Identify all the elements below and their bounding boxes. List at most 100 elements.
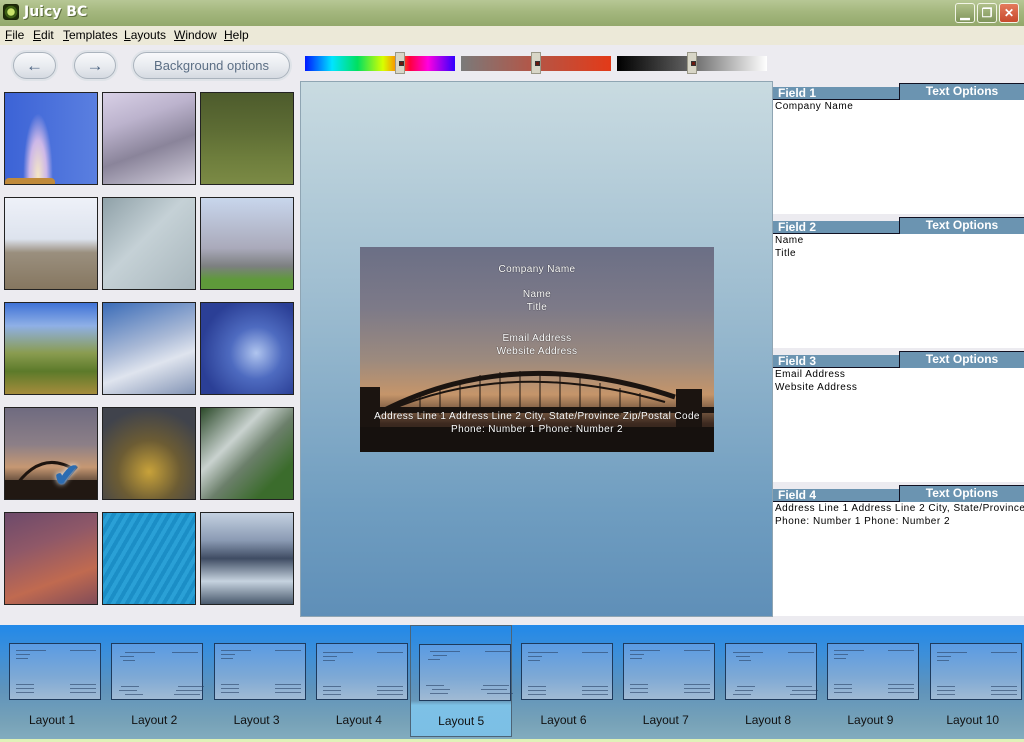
- close-button[interactable]: ✕: [999, 3, 1019, 23]
- menu-help[interactable]: Help: [224, 28, 249, 42]
- layout-thumbnail: [315, 643, 408, 700]
- layout-option-2[interactable]: Layout 2: [103, 625, 205, 737]
- brightness-slider-thumb[interactable]: [687, 52, 697, 74]
- field-2-text-options-button[interactable]: Text Options: [899, 217, 1024, 234]
- layout-thumbnail-line: [376, 652, 403, 653]
- background-thumb-stonehenge[interactable]: [200, 197, 294, 290]
- saturation-slider[interactable]: [461, 52, 611, 74]
- layout-thumbnail-line: [739, 660, 752, 661]
- layout-option-5[interactable]: Layout 5: [410, 625, 514, 737]
- background-thumb-green-mountain[interactable]: [4, 302, 98, 395]
- layout-option-1[interactable]: Layout 1: [1, 625, 103, 737]
- layout-thumbnail-line: [70, 692, 96, 693]
- menu-layouts[interactable]: Layouts: [124, 28, 166, 42]
- layout-thumbnail-line: [172, 652, 199, 653]
- minimize-icon: ▁: [960, 6, 970, 20]
- field-3-line-1[interactable]: Email Address: [775, 369, 845, 380]
- field-4-label: Field 4: [773, 489, 900, 502]
- layout-option-3[interactable]: Layout 3: [206, 625, 308, 737]
- background-thumb-sunset-sky[interactable]: [4, 512, 98, 605]
- layout-thumbnail-line: [481, 689, 508, 690]
- menu-edit[interactable]: Edit: [33, 28, 54, 42]
- layout-thumbnail-line: [174, 694, 201, 695]
- background-thumb-fountain[interactable]: [4, 92, 98, 185]
- field-1-label: Field 1: [773, 87, 900, 100]
- layout-thumbnail-line: [683, 688, 710, 689]
- background-thumb-snowy-hillside[interactable]: [102, 92, 196, 185]
- field-1-line-1[interactable]: Company Name: [775, 101, 853, 112]
- layout-option-6[interactable]: Layout 6: [513, 625, 615, 737]
- menu-file[interactable]: File: [5, 28, 24, 42]
- layout-thumbnail-line: [629, 654, 644, 655]
- background-thumb-mountain[interactable]: [4, 197, 98, 290]
- layout-option-4[interactable]: Layout 4: [308, 625, 410, 737]
- layout-label: Layout 9: [847, 713, 894, 727]
- layout-thumbnail-line: [16, 688, 34, 689]
- field-3-line-2[interactable]: Website Address: [775, 382, 857, 393]
- layout-option-9[interactable]: Layout 9: [819, 625, 921, 737]
- background-thumb-water-splash[interactable]: [102, 197, 196, 290]
- layout-thumbnail-line: [430, 693, 449, 694]
- background-thumb-rainbow-waterfall[interactable]: [200, 407, 294, 500]
- background-thumb-glacier[interactable]: [200, 512, 294, 605]
- layout-thumbnail-line: [70, 650, 96, 651]
- layout-thumbnail-line: [788, 652, 815, 653]
- layout-thumbnail-line: [527, 660, 540, 661]
- background-thumb-blue-swirl[interactable]: [200, 302, 294, 395]
- saturation-slider-thumb[interactable]: [531, 52, 541, 74]
- layout-thumbnail-line: [581, 694, 608, 695]
- field-2-line-1[interactable]: Name: [775, 235, 804, 246]
- field-4-line-1[interactable]: Address Line 1 Address Line 2 City, Stat…: [775, 503, 1024, 514]
- layout-thumbnail-line: [834, 688, 853, 689]
- background-thumb-blue-pattern[interactable]: [102, 512, 196, 605]
- field-2-line-2[interactable]: Title: [775, 248, 796, 259]
- field-3-text-options-button[interactable]: Text Options: [899, 351, 1024, 368]
- brightness-slider[interactable]: [617, 52, 767, 74]
- restore-icon: ❐: [981, 6, 993, 20]
- layout-option-7[interactable]: Layout 7: [615, 625, 717, 737]
- minimize-button[interactable]: ▁: [955, 3, 975, 23]
- layout-thumbnail-line: [274, 650, 301, 651]
- layout-option-10[interactable]: Layout 10: [922, 625, 1024, 737]
- layout-label: Layout 8: [745, 713, 792, 727]
- background-options-button[interactable]: Background options: [133, 52, 290, 79]
- background-thumb-harbour-bridge[interactable]: ✔: [4, 407, 98, 500]
- layout-label: Layout 3: [233, 713, 280, 727]
- field-3-label: Field 3: [773, 355, 900, 368]
- field-1-text-options-button[interactable]: Text Options: [899, 83, 1024, 100]
- layout-thumbnail-line: [125, 694, 144, 695]
- layout-label: Layout 1: [28, 713, 76, 727]
- hue-slider[interactable]: [305, 52, 455, 74]
- field-2-block: Field 2 Text Options Name Title: [773, 217, 1024, 348]
- layout-thumbnail-line: [322, 660, 335, 661]
- menu-window[interactable]: Window: [174, 28, 217, 42]
- restore-button[interactable]: ❐: [977, 3, 997, 23]
- business-card[interactable]: Company Name Name Title Email Address We…: [360, 247, 714, 452]
- layout-thumbnail-line: [220, 692, 239, 693]
- forward-button[interactable]: →: [74, 52, 116, 79]
- layout-thumbnail-line: [16, 650, 46, 651]
- layout-label: Layout 5: [438, 714, 485, 728]
- layout-thumbnail-line: [322, 652, 353, 653]
- field-4-text-options-button[interactable]: Text Options: [899, 485, 1024, 502]
- background-thumb-snowy-peaks[interactable]: [102, 302, 196, 395]
- layout-option-8[interactable]: Layout 8: [717, 625, 819, 737]
- layout-thumbnail-line: [426, 685, 445, 686]
- layout-thumbnail-line: [485, 651, 512, 652]
- layout-thumbnail-line: [936, 656, 951, 657]
- layout-thumbnail-line: [121, 686, 140, 687]
- back-button[interactable]: ←: [13, 52, 56, 79]
- layout-thumbnail-line: [629, 684, 648, 685]
- arrow-left-icon: ←: [26, 56, 43, 75]
- hue-slider-thumb[interactable]: [394, 52, 405, 74]
- background-thumb-forest[interactable]: [200, 92, 294, 185]
- menu-templates[interactable]: Templates: [63, 28, 118, 42]
- background-thumb-city-night[interactable]: [102, 407, 196, 500]
- layout-thumbnail-line: [736, 656, 751, 657]
- layout-label: Layout 7: [642, 713, 689, 727]
- field-4-line-2[interactable]: Phone: Number 1 Phone: Number 2: [775, 516, 950, 527]
- layout-thumbnail: [725, 643, 819, 700]
- layout-thumbnail-line: [936, 690, 955, 691]
- layout-thumbnail-line: [432, 689, 451, 690]
- toolbar: ← → Background options: [0, 45, 1024, 83]
